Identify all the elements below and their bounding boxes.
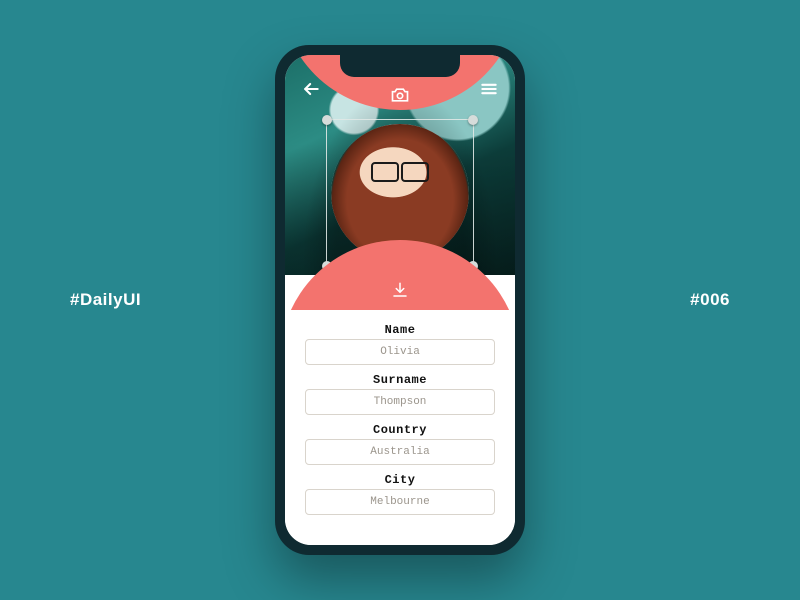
download-icon [391,281,409,299]
menu-button[interactable] [477,77,501,101]
profile-form: Name Surname Country City [285,309,515,545]
country-input[interactable] [305,439,495,465]
back-button[interactable] [299,77,323,101]
surname-input[interactable] [305,389,495,415]
name-label: Name [305,323,495,337]
country-label: Country [305,423,495,437]
save-photo-button[interactable] [391,281,409,304]
surname-label: Surname [305,373,495,387]
phone-notch [340,55,460,77]
city-input[interactable] [305,489,495,515]
side-hashtag-left: #DailyUI [70,290,141,310]
glasses-overlay [371,162,429,178]
back-arrow-icon [301,79,321,99]
top-bar [285,77,515,101]
name-input[interactable] [305,339,495,365]
crop-handle-tl[interactable] [322,115,332,125]
app-screen: Name Surname Country City [285,55,515,545]
city-label: City [305,473,495,487]
crop-handle-tr[interactable] [468,115,478,125]
hamburger-icon [479,79,499,99]
phone-frame: Name Surname Country City [275,45,525,555]
side-hashtag-right: #006 [690,290,730,310]
